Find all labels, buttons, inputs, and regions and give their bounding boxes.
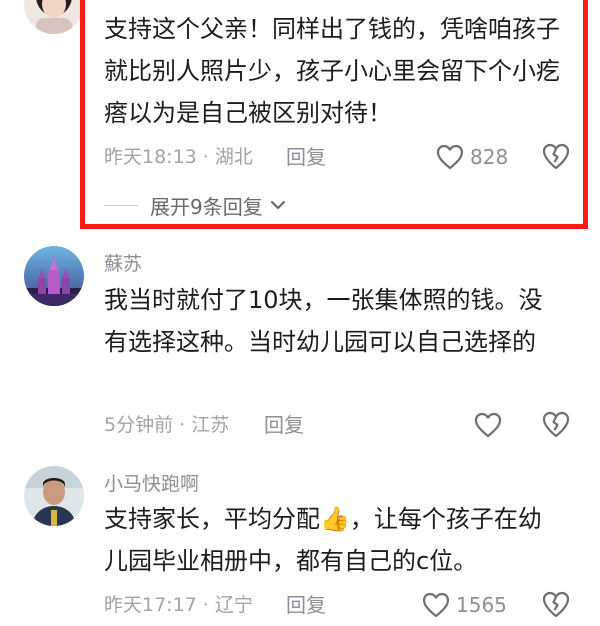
heart-icon [436, 144, 464, 170]
meta-separator: · [196, 146, 215, 168]
reply-button[interactable]: 回复 [286, 144, 326, 170]
broken-heart-icon [542, 143, 570, 170]
dislike-button[interactable] [541, 410, 571, 440]
dislike-button[interactable] [541, 590, 571, 620]
comment-username[interactable]: 小马快跑啊 [104, 472, 199, 496]
like-button[interactable]: 828 [436, 142, 508, 172]
meta-separator: · [196, 594, 215, 616]
thumbs-up-emoji: 👍 [320, 505, 350, 533]
comment-text: 支持家长，平均分配👍，让每个孩子在幼儿园毕业相册中，都有自己的c位。 [104, 498, 564, 582]
comment-location: 江苏 [191, 414, 230, 436]
like-count: 1565 [456, 593, 507, 617]
comment-location: 辽宁 [214, 594, 253, 616]
heart-icon [474, 412, 502, 438]
dislike-button[interactable] [541, 142, 571, 172]
reply-button[interactable]: 回复 [264, 412, 304, 438]
like-button[interactable] [474, 410, 502, 440]
avatar[interactable] [24, 246, 84, 306]
expand-replies[interactable]: 展开9条回复 [104, 190, 287, 220]
comment-time: 昨天17:17 [104, 594, 197, 616]
comment-time: 5分钟前 [104, 414, 174, 436]
comment-meta: 5分钟前 · 江苏 [104, 412, 229, 438]
broken-heart-icon [542, 411, 570, 438]
comment-text: 我当时就付了10块，一张集体照的钱。没有选择这种。当时幼儿园可以自己选择的 [104, 286, 543, 356]
comment-text-part: 支持家长，平均分配 [104, 505, 320, 533]
like-button[interactable]: 1565 [422, 590, 507, 620]
comment-time: 昨天18:13 [104, 146, 197, 168]
expand-replies-label: 展开9条回复 [150, 194, 263, 219]
chevron-down-icon [270, 200, 285, 210]
comment-meta: 昨天18:13 · 湖北 [104, 144, 253, 170]
like-count: 828 [470, 145, 509, 169]
comment-text: 支持这个父亲！同样出了钱的，凭啥咱孩子就比别人照片少，孩子小心里会留下个小疙瘩以… [104, 15, 560, 127]
divider [104, 204, 138, 206]
meta-separator: · [173, 414, 192, 436]
comment-location: 湖北 [214, 146, 253, 168]
comment-meta: 昨天17:17 · 辽宁 [104, 592, 253, 618]
avatar[interactable] [24, 0, 84, 34]
comment-username[interactable]: 蘇苏 [104, 252, 142, 276]
heart-icon [422, 592, 450, 618]
reply-button[interactable]: 回复 [286, 592, 326, 618]
avatar[interactable] [24, 466, 84, 526]
broken-heart-icon [542, 591, 570, 618]
